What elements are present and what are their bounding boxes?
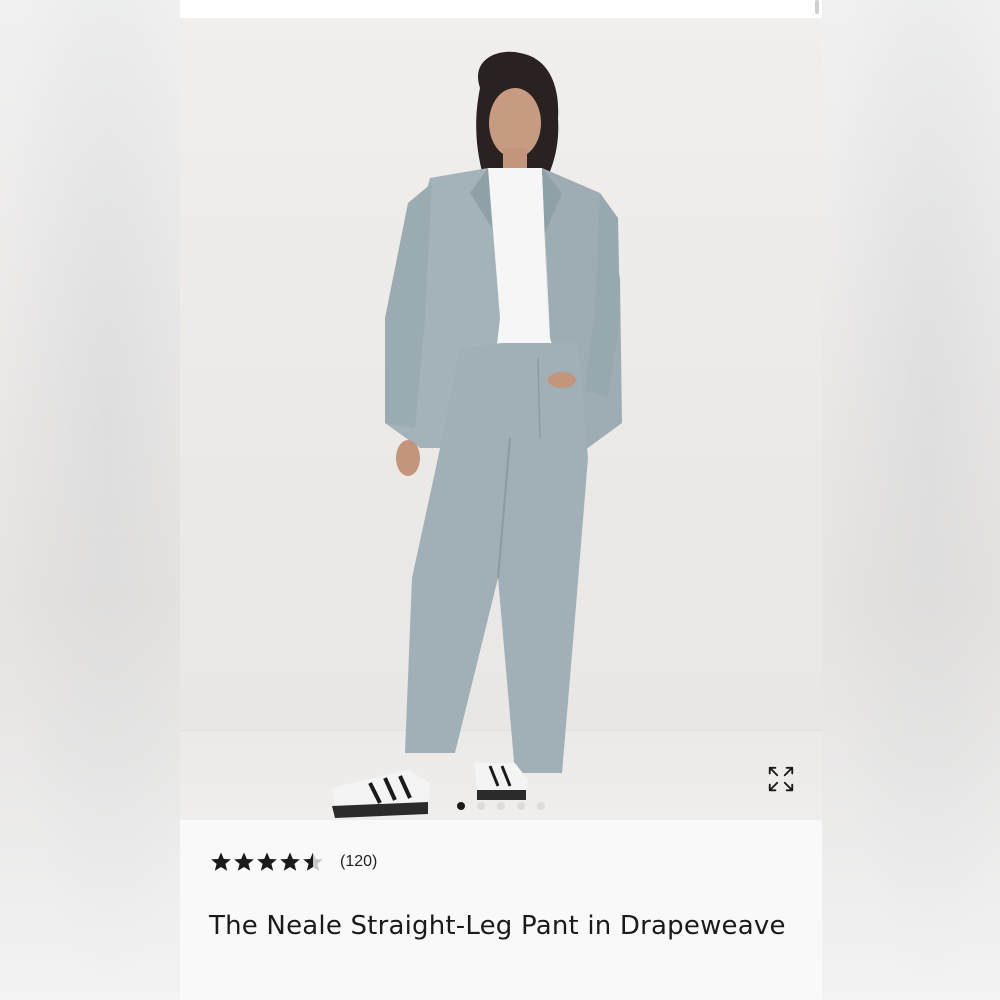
product-title: The Neale Straight-Leg Pant in Drapeweav… — [209, 911, 786, 941]
star-icon — [211, 852, 231, 871]
carousel-dot[interactable] — [497, 802, 505, 810]
star-icon — [280, 852, 300, 871]
star-rating — [210, 851, 324, 873]
carousel-dot[interactable] — [537, 802, 545, 810]
top-bar — [180, 0, 822, 18]
review-count[interactable]: (120) — [340, 853, 377, 871]
star-icon — [234, 852, 254, 871]
product-page: (120) The Neale Straight-Leg Pant in Dra… — [180, 0, 822, 1000]
carousel-dot[interactable] — [477, 802, 485, 810]
left-backdrop — [0, 0, 180, 1000]
right-backdrop — [822, 0, 1000, 1000]
carousel-dot[interactable] — [457, 802, 465, 810]
product-photo — [332, 51, 622, 818]
expand-arrows-icon — [768, 766, 794, 792]
expand-image-button[interactable] — [765, 763, 797, 795]
carousel-dot[interactable] — [517, 802, 525, 810]
product-image-carousel[interactable] — [180, 18, 822, 820]
star-icon — [303, 852, 323, 871]
scroll-indicator[interactable] — [815, 0, 819, 14]
product-info: (120) The Neale Straight-Leg Pant in Dra… — [180, 820, 822, 1000]
star-icon — [257, 852, 277, 871]
rating-summary[interactable]: (120) — [210, 850, 377, 874]
carousel-pagination — [180, 802, 822, 812]
